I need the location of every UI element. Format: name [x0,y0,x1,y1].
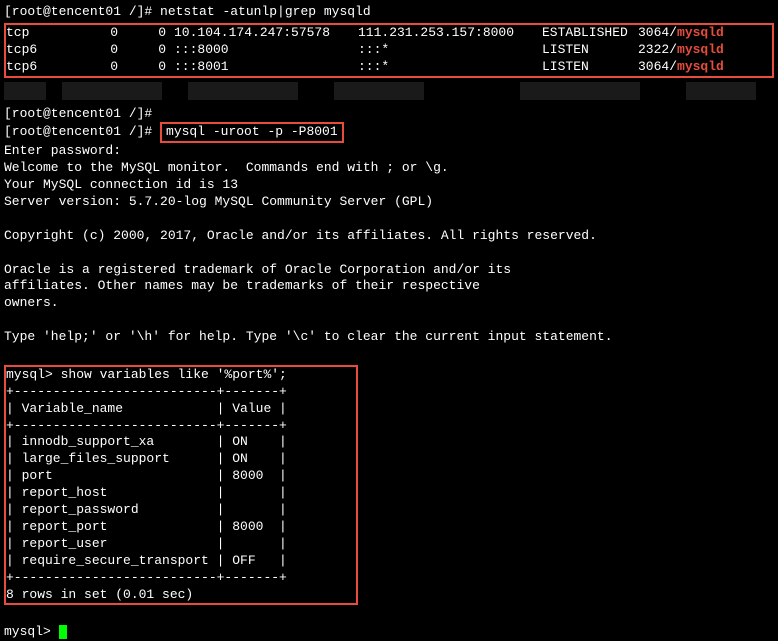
prompt-line-1: [root@tencent01 /]# netstat -atunlp|grep… [4,4,774,21]
table-row: | port | 8000 | [6,468,356,485]
welcome-line: affiliates. Other names may be trademark… [4,278,774,295]
result-line: 8 rows in set (0.01 sec) [6,587,356,604]
welcome-line: Copyright (c) 2000, 2017, Oracle and/or … [4,228,774,245]
welcome-line: Your MySQL connection id is 13 [4,177,774,194]
blank-line [4,211,774,228]
blank-line [4,245,774,262]
welcome-line: Type 'help;' or '\h' for help. Type '\c'… [4,329,774,346]
prompt-line-2: [root@tencent01 /]# [4,106,774,123]
netstat-row: tcp6 0 0 :::8001 :::* LISTEN 3064/mysqld [6,59,772,76]
cursor-icon [59,625,67,639]
blank-line [4,346,774,363]
blank-line [4,312,774,329]
table-row: | report_host | | [6,485,356,502]
table-row: | innodb_support_xa | ON | [6,434,356,451]
table-row: | require_secure_transport | OFF | [6,553,356,570]
welcome-line: Welcome to the MySQL monitor. Commands e… [4,160,774,177]
table-row: | report_user | | [6,536,356,553]
prog-name: mysqld [677,59,724,76]
mysql-query-line: mysql> show variables like '%port%'; [6,367,356,384]
welcome-line: Enter password: [4,143,774,160]
prog-name: mysqld [677,25,724,42]
table-sep: +--------------------------+-------+ [6,570,356,587]
table-sep: +--------------------------+-------+ [6,418,356,435]
prompt-line-3: [root@tencent01 /]# mysql -uroot -p -P80… [4,122,774,143]
mysql-command-box: mysql -uroot -p -P8001 [160,122,344,143]
obscured-region [4,82,774,100]
table-sep: +--------------------------+-------+ [6,384,356,401]
netstat-output-box: tcp 0 0 10.104.174.247:57578 111.231.253… [4,23,774,78]
table-header: | Variable_name | Value | [6,401,356,418]
blank-line [4,607,774,624]
table-row: | report_password | | [6,502,356,519]
table-row: | report_port | 8000 | [6,519,356,536]
welcome-line: Server version: 5.7.20-log MySQL Communi… [4,194,774,211]
prog-name: mysqld [677,42,724,59]
mysql-prompt-idle[interactable]: mysql> [4,624,774,641]
netstat-row: tcp6 0 0 :::8000 :::* LISTEN 2322/mysqld [6,42,772,59]
netstat-row: tcp 0 0 10.104.174.247:57578 111.231.253… [6,25,772,42]
mysql-query-box: mysql> show variables like '%port%'; +--… [4,365,358,605]
welcome-line: Oracle is a registered trademark of Orac… [4,262,774,279]
table-row: | large_files_support | ON | [6,451,356,468]
welcome-line: owners. [4,295,774,312]
